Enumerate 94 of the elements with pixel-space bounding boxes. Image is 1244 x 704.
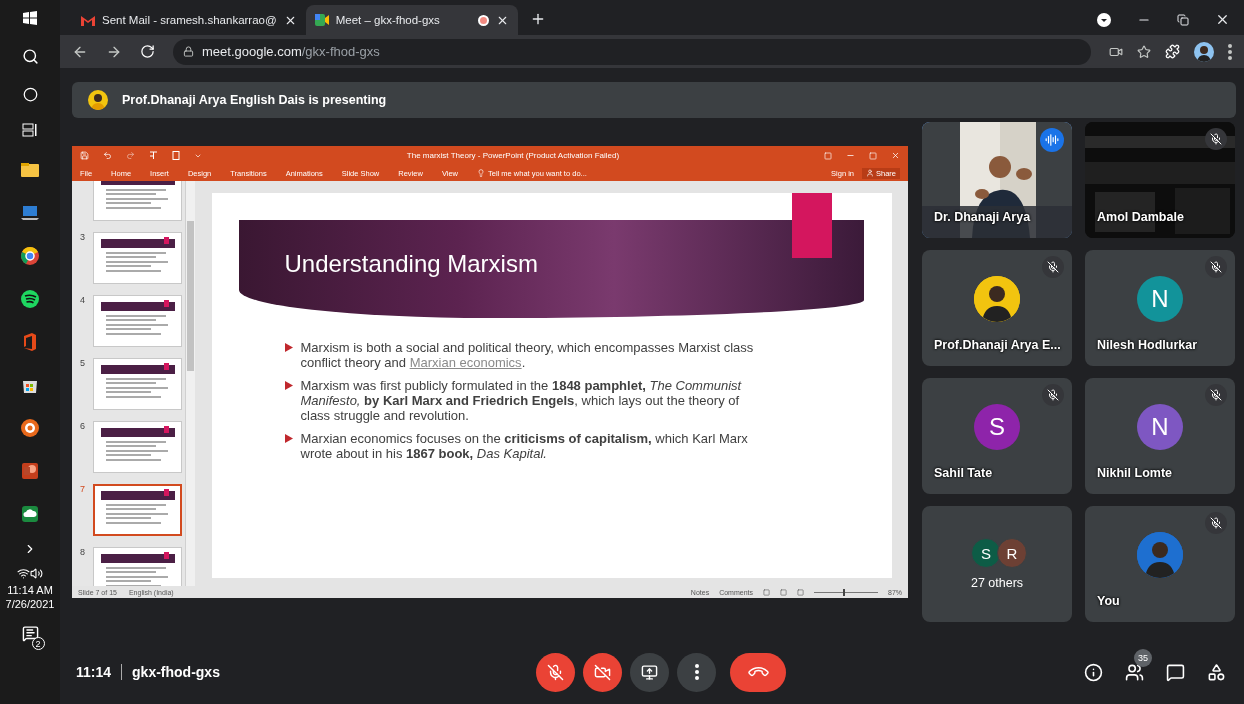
bookmark-icon[interactable] bbox=[1137, 44, 1151, 59]
participant-tile[interactable]: Dr. Dhanaji Arya bbox=[922, 122, 1072, 238]
participant-name: Amol Dambale bbox=[1097, 210, 1184, 224]
tab-title: Meet – gkx-fhod-gxs bbox=[335, 14, 441, 26]
notifications-icon[interactable] bbox=[21, 625, 39, 642]
link[interactable]: Marxian economics bbox=[409, 355, 522, 370]
lock-icon bbox=[183, 46, 194, 57]
undo-icon[interactable] bbox=[103, 151, 112, 160]
participant-name: Dr. Dhanaji Arya bbox=[934, 210, 1031, 224]
taskbar-time[interactable]: 11:14 AM bbox=[7, 583, 53, 597]
url-text: meet.google.com/gkx-fhod-gxs bbox=[202, 44, 380, 59]
bullet-icon bbox=[284, 381, 293, 390]
avatar: S bbox=[971, 538, 1001, 568]
tab-title: Sent Mail - sramesh.shankarrao@ bbox=[102, 14, 277, 26]
slide-number: 8 bbox=[80, 547, 86, 557]
extensions-icon[interactable] bbox=[1165, 44, 1180, 59]
participant-name: Nilesh Hodlurkar bbox=[1097, 338, 1198, 352]
video-call-icon bbox=[314, 14, 329, 26]
info-icon[interactable] bbox=[1084, 662, 1103, 682]
more-options-button[interactable] bbox=[677, 652, 716, 692]
profile-avatar[interactable] bbox=[1194, 41, 1214, 62]
cortana-icon[interactable] bbox=[22, 86, 38, 102]
mail-icon bbox=[81, 14, 95, 26]
volume-icon[interactable] bbox=[30, 566, 43, 580]
people-icon[interactable] bbox=[1125, 662, 1144, 682]
bullet-text: Marxism was first publicly formulated in the 1848 pamphlet, The Communist Manifesto, by Karl Marx and Friedrich Engels, which lays out the theory of class struggle and revolution. bbox=[300, 378, 743, 423]
more-icon[interactable] bbox=[694, 664, 699, 680]
slide-number: 3 bbox=[80, 232, 86, 242]
participant-tile[interactable]: S R 27 others bbox=[922, 506, 1072, 622]
powerpoint-icon[interactable] bbox=[20, 460, 40, 481]
slide-number: 4 bbox=[80, 295, 86, 305]
task-view-icon[interactable] bbox=[22, 123, 38, 137]
camera-off-icon bbox=[594, 663, 611, 681]
media-player-icon[interactable] bbox=[20, 417, 40, 438]
address-bar[interactable]: meet.google.com/gkx-fhod-gxs bbox=[173, 38, 1091, 65]
search-icon[interactable] bbox=[21, 47, 39, 65]
taskbar-date[interactable]: 7/26/2021 bbox=[5, 597, 55, 611]
notification-count: 2 bbox=[31, 637, 45, 650]
restore-icon[interactable] bbox=[1177, 13, 1189, 26]
browser-tab[interactable]: Meet – gkx-fhod-gxs bbox=[305, 5, 518, 35]
participant-name: Sahil Tate bbox=[934, 466, 993, 480]
slide-number: 6 bbox=[80, 421, 86, 431]
close-icon[interactable] bbox=[1215, 12, 1230, 27]
microphone-button[interactable] bbox=[536, 652, 575, 692]
participant-tile[interactable]: You bbox=[1085, 506, 1235, 622]
slide-number: 7 bbox=[80, 484, 86, 494]
participant-tile[interactable]: N Nikhil Lomte bbox=[1085, 378, 1235, 494]
bullet-icon bbox=[284, 343, 293, 352]
person-icon bbox=[866, 169, 874, 177]
avatar: R bbox=[997, 538, 1027, 568]
present-icon bbox=[641, 663, 658, 681]
avatar: N bbox=[1137, 404, 1183, 450]
participant-tile[interactable]: N Nilesh Hodlurkar bbox=[1085, 250, 1235, 366]
reload-icon[interactable] bbox=[140, 44, 155, 59]
others-count: 27 others bbox=[970, 576, 1024, 590]
participant-name: Nikhil Lomte bbox=[1097, 466, 1172, 480]
chrome-icon[interactable] bbox=[20, 245, 40, 266]
participant-name: Prof.Dhanaji Arya E... bbox=[934, 338, 1061, 352]
spelling-icon[interactable] bbox=[149, 151, 158, 160]
avatar: S bbox=[974, 404, 1020, 450]
browser-tab[interactable]: Sent Mail - sramesh.shankarrao@ bbox=[72, 5, 306, 35]
powerpoint-title: The marxist Theory - PowerPoint (Product Activation Failed) bbox=[405, 151, 621, 160]
presenting-text: Prof.Dhanaji Arya English Dais is presenting bbox=[122, 93, 387, 107]
chat-icon[interactable] bbox=[1166, 662, 1185, 682]
participant-tile[interactable]: Amol Dambale bbox=[1085, 122, 1235, 238]
participant-tile[interactable]: S Sahil Tate bbox=[922, 378, 1072, 494]
profile-menu-icon[interactable] bbox=[1097, 12, 1111, 27]
meeting-code: gkx-fhod-gxs bbox=[132, 664, 220, 680]
present-button[interactable] bbox=[630, 652, 669, 692]
zoom-thumb[interactable] bbox=[842, 588, 845, 596]
leave-call-button[interactable] bbox=[730, 652, 786, 692]
cloud-app-icon[interactable] bbox=[20, 503, 40, 524]
wifi-icon[interactable] bbox=[17, 566, 30, 580]
more-icon[interactable] bbox=[1228, 43, 1232, 60]
save-icon[interactable] bbox=[80, 151, 89, 160]
mic-off-icon bbox=[547, 663, 564, 681]
meeting-time: 11:14 bbox=[76, 664, 112, 680]
slide-number: 5 bbox=[80, 358, 86, 368]
spotify-icon[interactable] bbox=[20, 288, 40, 309]
windows-logo-icon[interactable] bbox=[23, 11, 37, 25]
bullet-icon bbox=[284, 434, 293, 443]
scrollbar[interactable] bbox=[185, 181, 195, 586]
camera-button[interactable] bbox=[583, 652, 622, 692]
participant-count: 35 bbox=[1134, 648, 1152, 667]
participant-name: You bbox=[1097, 594, 1120, 608]
person-silhouette-icon bbox=[1196, 43, 1212, 62]
avatar: N bbox=[1137, 276, 1183, 322]
bullet-text: Marxism is both a social and political theory, which encompasses Marxist class conflict theory and Marxian economics. bbox=[300, 340, 755, 370]
slide-title: Understanding Marxism bbox=[284, 250, 538, 278]
activities-icon[interactable] bbox=[1207, 662, 1226, 682]
bullet-text: Marxian economics focuses on the criticisms of capitalism, which Karl Marx wrote about in his 1867 book, Das Kapital. bbox=[300, 431, 749, 461]
participant-tile[interactable]: Prof.Dhanaji Arya E... bbox=[922, 250, 1072, 366]
lightbulb-icon bbox=[477, 169, 485, 177]
document-icon[interactable] bbox=[172, 151, 180, 160]
